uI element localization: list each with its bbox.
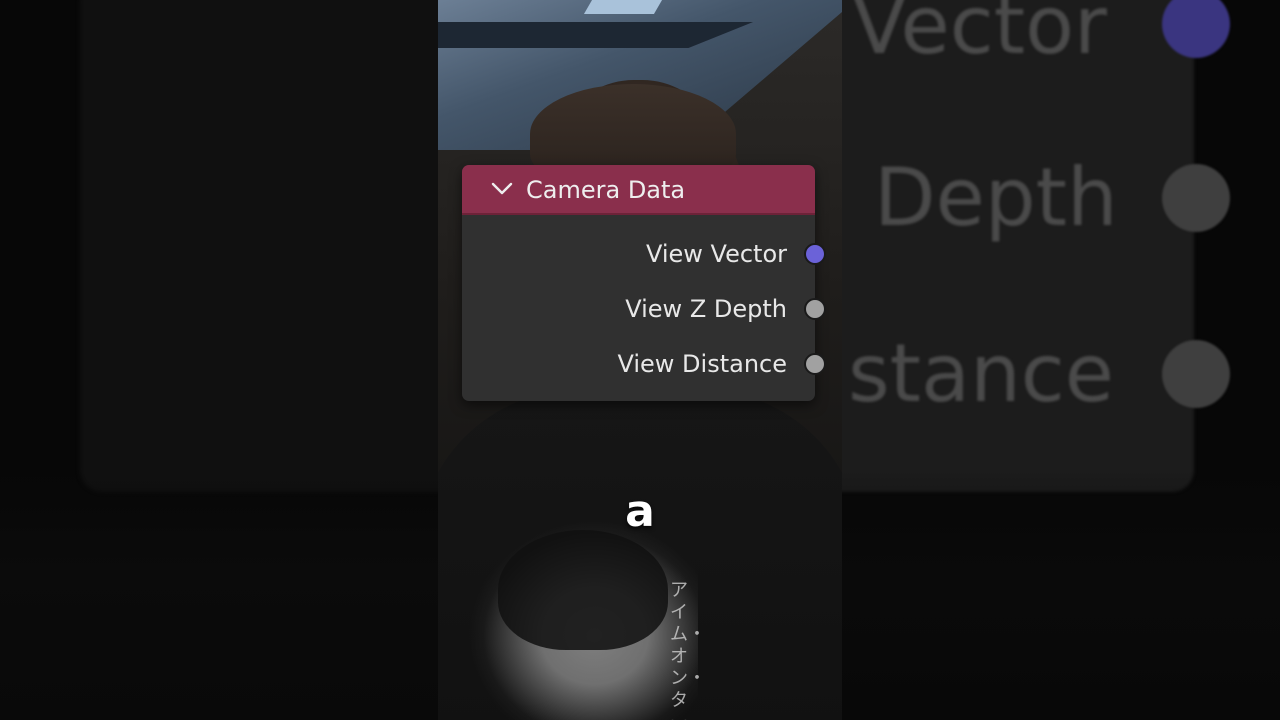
ghost-socket-distance xyxy=(1162,340,1230,408)
output-row-view-z-depth: View Z Depth xyxy=(462,290,826,330)
hoodie-print-text: アイム・オン・ター xyxy=(670,580,706,720)
video-frame: Vector Depth stance アイム・オン・ター Camera Dat… xyxy=(0,0,1280,720)
node-header[interactable]: Camera Data xyxy=(462,165,815,215)
node-title: Camera Data xyxy=(526,176,686,204)
ghost-label-depth: Depth xyxy=(874,151,1118,244)
ghost-label-distance: stance xyxy=(848,327,1114,420)
ghost-socket-depth xyxy=(1162,164,1230,232)
ghost-label-vector: Vector xyxy=(852,0,1107,72)
chevron-down-icon[interactable] xyxy=(490,177,514,201)
float-socket-icon[interactable] xyxy=(804,353,826,375)
output-row-view-distance: View Distance xyxy=(462,345,826,385)
camera-data-node[interactable]: Camera Data View Vector View Z Depth Vie… xyxy=(462,165,826,401)
output-label: View Z Depth xyxy=(625,295,787,323)
vector-socket-icon[interactable] xyxy=(804,243,826,265)
float-socket-icon[interactable] xyxy=(804,298,826,320)
subtitle-caption: a xyxy=(625,486,655,537)
blurred-backdrop-left xyxy=(0,0,438,720)
blurred-backdrop-right: Vector Depth stance xyxy=(842,0,1280,720)
output-label: View Vector xyxy=(645,240,787,268)
blurred-panel xyxy=(80,0,438,492)
output-row-view-vector: View Vector xyxy=(462,235,826,275)
output-label: View Distance xyxy=(617,350,787,378)
